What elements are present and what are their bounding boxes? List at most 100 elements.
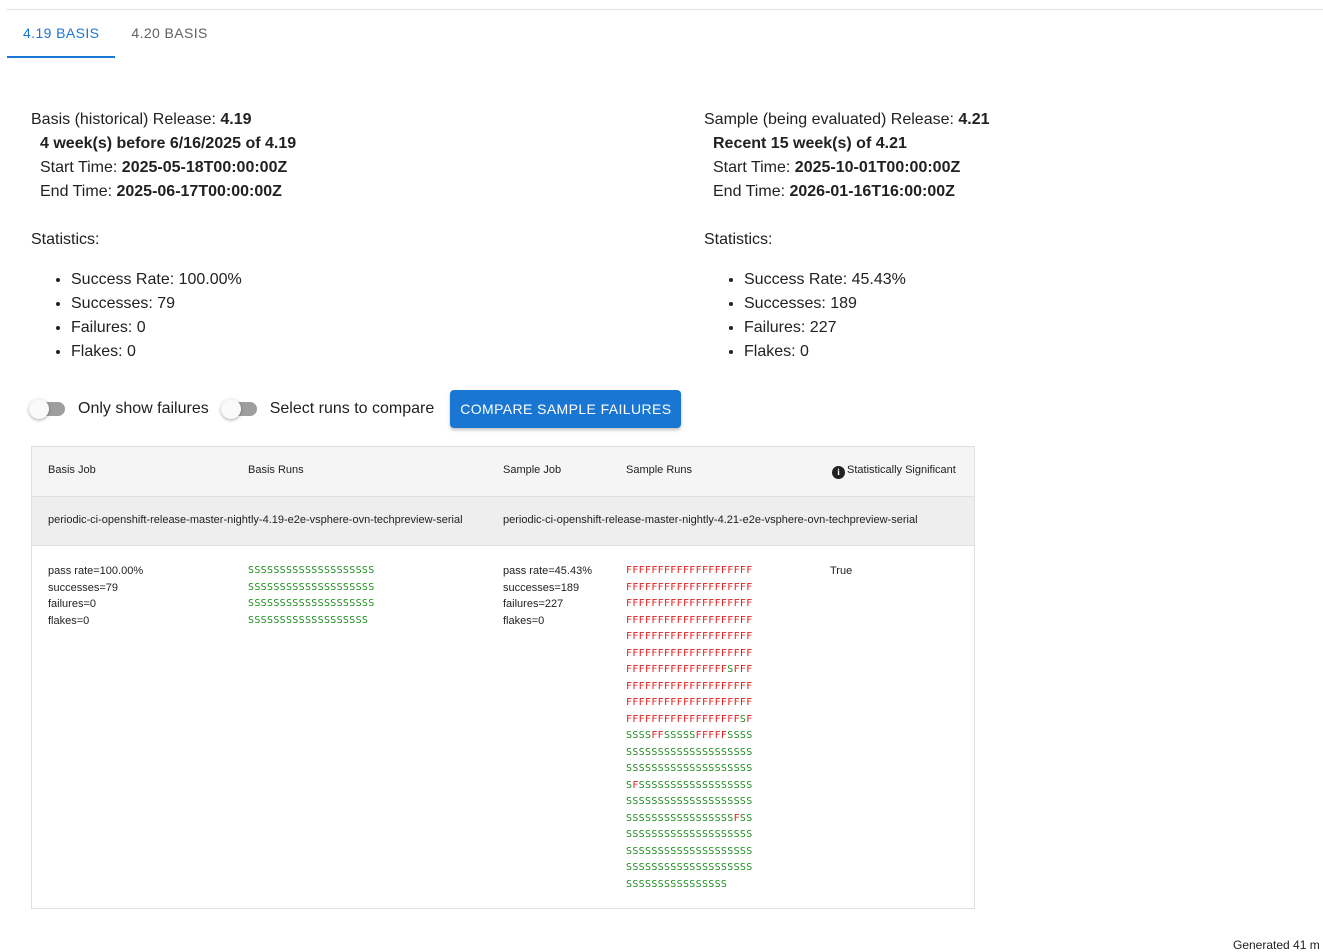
basis-job-name: periodic-ci-openshift-release-master-nig… [48,514,463,526]
run-line: SSSSSSSSSSSSSSSSSSSS [248,563,375,580]
run-failure[interactable]: F [746,714,752,725]
header-sample-runs: Sample Runs [626,464,693,476]
run-success[interactable]: S [746,763,752,774]
basis-summary-panel: Basis (historical) Release: 4.19 4 week(… [31,108,296,364]
run-line: FFFFFFFFFFFFFFFFFFSF [626,712,753,729]
basis-statistics-title: Statistics: [31,231,100,248]
toggle-thumb[interactable] [220,399,241,419]
tab-4-19-basis[interactable]: 4.19 BASIS [7,10,116,58]
run-success[interactable]: S [746,730,752,741]
run-line: SSSSSSSSSSSSSSSSSSSS [626,827,753,844]
basis-flakes-count: flakes=0 [48,614,90,627]
basis-pass-rate: pass rate=100.00% [48,565,144,577]
basis-end-time: End Time: 2025-06-17T00:00:00Z [40,183,282,200]
run-failure[interactable]: F [746,648,752,659]
run-line: FFFFFFFFFFFFFFFFFFFF [626,679,753,696]
basis-tabs: 4.19 BASIS 4.20 BASIS [7,10,224,58]
sample-failures: Failures: 227 [744,316,990,340]
run-line: FFFFFFFFFFFFFFFFFFFF [626,563,753,580]
basis-release: Basis (historical) Release: 4.19 [31,111,252,128]
sample-successes: Successes: 189 [744,292,990,316]
run-success[interactable]: S [362,615,368,626]
compare-sample-failures-button[interactable]: COMPARE SAMPLE FAILURES [450,390,682,428]
run-line: SSSSSSSSSSSSSSSS [626,877,753,894]
significant-value: True [830,565,853,577]
run-failure[interactable]: F [746,697,752,708]
select-runs-toggle[interactable] [220,399,259,419]
run-success[interactable]: S [368,582,374,593]
run-line: SSSSSSSSSSSSSSSSSFSS [626,811,753,828]
run-success[interactable]: S [746,862,752,873]
run-line: FFFFFFFFFFFFFFFFFFFF [626,646,753,663]
basis-success-rate: Success Rate: 100.00% [71,268,296,292]
run-success[interactable]: S [746,747,752,758]
run-success[interactable]: S [368,565,374,576]
sample-runs-grid: FFFFFFFFFFFFFFFFFFFF FFFFFFFFFFFFFFFFFFFF… [626,563,753,893]
sample-flakes: Flakes: 0 [744,340,990,364]
run-failure[interactable]: F [746,582,752,593]
basis-job-stats: pass rate=100.00% successes=79 failures=… [48,563,143,629]
sample-job-stats: pass rate=45.43% successes=189 failures=… [503,563,592,629]
sample-start-time: Start Time: 2025-10-01T00:00:00Z [713,159,961,176]
basis-successes: Successes: 79 [71,292,296,316]
run-line: SSSSSSSSSSSSSSSSSSSS [626,745,753,762]
basis-successes-count: successes=79 [48,581,119,594]
select-runs-label[interactable]: Select runs to compare [270,400,435,418]
basis-flakes: Flakes: 0 [71,340,296,364]
run-line: FFFFFFFFFFFFFFFFFFFF [626,580,753,597]
info-icon[interactable]: i [832,466,845,479]
run-line: FFFFFFFFFFFFFFFFSFFF [626,662,753,679]
sample-successes-count: successes=189 [503,581,580,594]
run-success[interactable]: S [746,780,752,791]
basis-runs-grid: SSSSSSSSSSSSSSSSSSSS SSSSSSSSSSSSSSSSSSSS… [248,563,375,629]
run-line: SSSSFFSSSSSFFFFFSSSS [626,728,753,745]
run-success[interactable]: S [746,796,752,807]
table-header-row: Basis Job Basis Runs Sample Job Sample R… [32,447,974,497]
run-failure[interactable]: F [746,615,752,626]
header-sample-job: Sample Job [503,464,562,476]
run-line: FFFFFFFFFFFFFFFFFFFF [626,695,753,712]
runs-table: Basis Job Basis Runs Sample Job Sample R… [31,446,975,909]
run-line: SSSSSSSSSSSSSSSSSSS [248,613,375,630]
sample-flakes-count: flakes=0 [503,614,545,627]
basis-window: 4 week(s) before 6/16/2025 of 4.19 [40,135,297,152]
header-basis-job: Basis Job [48,464,96,476]
only-show-failures-label[interactable]: Only show failures [78,400,209,418]
toggle-thumb[interactable] [29,399,49,419]
header-basis-runs: Basis Runs [248,464,304,476]
run-failure[interactable]: F [746,631,752,642]
run-line: SSSSSSSSSSSSSSSSSSSS [626,794,753,811]
run-line: SSSSSSSSSSSSSSSSSSSS [626,761,753,778]
run-success[interactable]: S [721,879,727,890]
run-line: SSSSSSSSSSSSSSSSSSSS [626,844,753,861]
header-statistically-significant: i Statistically Significant [832,464,956,479]
sample-summary-panel: Sample (being evaluated) Release: 4.21 R… [704,108,990,364]
basis-start-time: Start Time: 2025-05-18T00:00:00Z [40,159,288,176]
run-line: SFSSSSSSSSSSSSSSSSSS [626,778,753,795]
basis-failures: Failures: 0 [71,316,296,340]
run-line: SSSSSSSSSSSSSSSSSSSS [248,580,375,597]
sample-statistics-list: Success Rate: 45.43% Successes: 189 Fail… [704,268,990,364]
runs-data-row: pass rate=100.00% successes=79 failures=… [32,546,974,908]
run-success[interactable]: S [368,598,374,609]
filter-controls: Only show failures Select runs to compar… [29,390,682,428]
run-failure[interactable]: F [746,664,752,675]
run-line: FFFFFFFFFFFFFFFFFFFF [626,596,753,613]
run-failure[interactable]: F [746,681,752,692]
sample-failures-count: failures=227 [503,598,564,610]
sample-window: Recent 15 week(s) of 4.21 [713,135,907,152]
run-failure[interactable]: F [746,565,752,576]
run-success[interactable]: S [746,829,752,840]
run-success[interactable]: S [746,813,752,824]
run-line: SSSSSSSSSSSSSSSSSSSS [248,596,375,613]
run-success[interactable]: S [746,846,752,857]
sample-end-time: End Time: 2026-01-16T16:00:00Z [713,183,955,200]
run-line: FFFFFFFFFFFFFFFFFFFF [626,629,753,646]
generated-timestamp: Generated 41 m [1233,938,1320,952]
sample-release: Sample (being evaluated) Release: 4.21 [704,111,990,128]
sample-statistics-title: Statistics: [704,231,773,248]
run-failure[interactable]: F [746,598,752,609]
sample-pass-rate: pass rate=45.43% [503,565,592,577]
only-show-failures-toggle[interactable] [29,399,67,419]
tab-4-20-basis[interactable]: 4.20 BASIS [115,10,223,58]
